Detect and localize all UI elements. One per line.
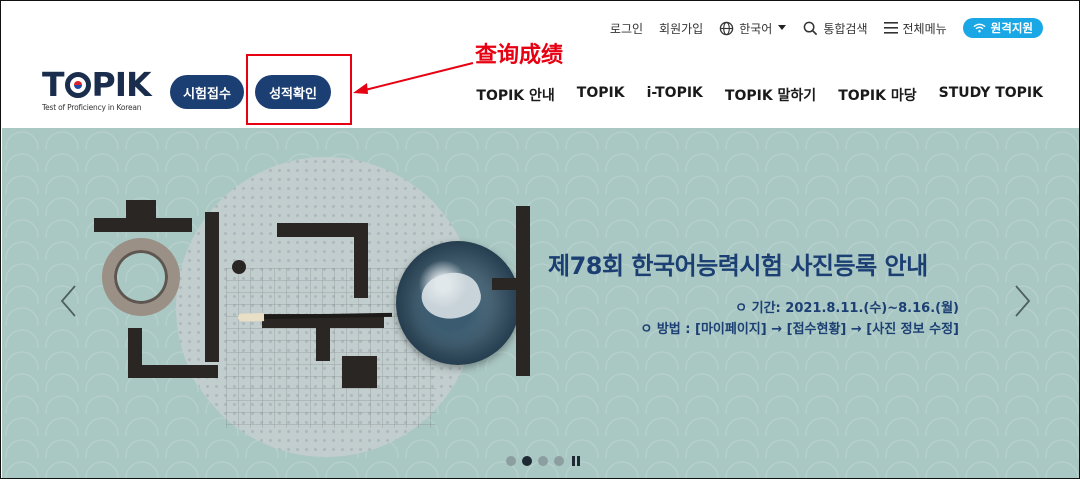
search-label: 통합검색 [823,21,868,36]
nav-item-topik-speaking[interactable]: TOPIK 말하기 [725,85,816,105]
signup-label: 회원가입 [659,21,704,36]
caret-down-icon [777,24,787,32]
wifi-icon [973,23,986,33]
slider-pagination [506,456,582,466]
annotation-label: 查询成绩 [475,43,564,68]
logo-wordmark: T PIK [42,65,152,104]
pager-dot[interactable] [506,456,516,466]
page-frame: 로그인 회원가입 한국어 통합검색 전체메뉴 원격지원 T PIK Test o… [0,0,1080,479]
nav-item-study-topik[interactable]: STUDY TOPIK [939,85,1043,105]
pager-dot[interactable] [554,456,564,466]
all-menu-label: 전체메뉴 [902,21,947,36]
all-menu-link[interactable]: 전체메뉴 [883,20,947,37]
chevron-right-icon [1015,285,1031,317]
remote-support-label: 원격지원 [990,21,1033,35]
pager-dot[interactable] [538,456,548,466]
remote-support-button[interactable]: 원격지원 [962,18,1043,38]
globe-graphic [396,241,520,365]
exam-apply-button[interactable]: 시험접수 [170,75,244,109]
login-label: 로그인 [609,21,644,36]
main-navigation: TOPIK 안내 TOPIK i-TOPIK TOPIK 말하기 TOPIK 마… [476,85,1043,105]
ring-graphic [102,238,180,316]
chevron-left-icon [60,285,76,317]
nav-item-i-topik[interactable]: i-TOPIK [647,85,703,105]
search-link[interactable]: 통합검색 [803,20,868,37]
language-select[interactable]: 한국어 [719,20,787,37]
nav-item-topik-madang[interactable]: TOPIK 마당 [838,85,916,105]
taegeuk-logo-icon [64,72,91,98]
pause-icon[interactable] [572,456,582,466]
banner-method: ㅇ 방법 : [마이페이지] → [접수현황] → [사진 정보 수정] [640,322,959,337]
nav-item-topik-guide[interactable]: TOPIK 안내 [476,85,554,105]
search-icon [803,21,818,36]
logo-tagline: Test of Proficiency in Korean [42,103,142,112]
annotation-highlight-box [246,54,352,125]
banner-details: ㅇ 기간: 2021.8.11.(수)~8.16.(월) ㅇ 방법 : [마이페… [640,298,959,340]
topik-logo[interactable]: T PIK Test of Proficiency in Korean [42,65,152,117]
slider-next-button[interactable] [1014,284,1032,318]
banner-title[interactable]: 제78회 한국어능력시험 사진등록 안내 [548,246,928,281]
utility-bar: 로그인 회원가입 한국어 통합검색 전체메뉴 원격지원 [610,18,1043,38]
globe-icon [719,21,734,36]
nav-item-topik[interactable]: TOPIK [577,85,625,105]
signup-link[interactable]: 회원가입 [659,20,703,37]
annotation-arrow-icon [353,62,474,94]
login-link[interactable]: 로그인 [610,20,643,37]
banner-period: ㅇ 기간: 2021.8.11.(수)~8.16.(월) [735,301,959,316]
language-label: 한국어 [739,21,773,36]
slider-prev-button[interactable] [59,284,77,318]
main-banner-slider: 제78회 한국어능력시험 사진등록 안내 ㅇ 기간: 2021.8.11.(수)… [2,128,1079,478]
hamburger-icon [883,22,898,34]
pager-dot-active[interactable] [522,456,532,466]
